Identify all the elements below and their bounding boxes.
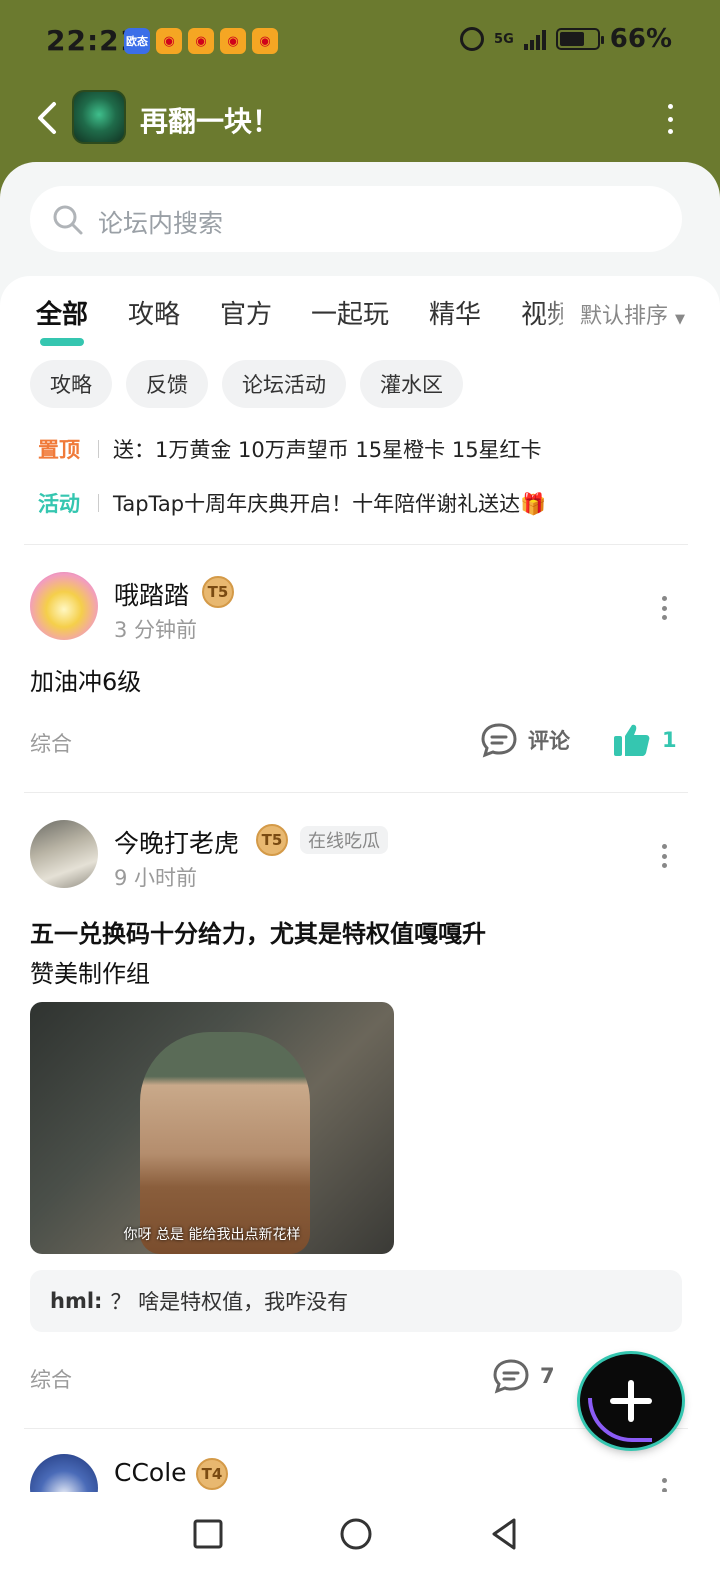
notice-separator bbox=[98, 440, 99, 458]
battery-icon bbox=[555, 28, 604, 50]
home-icon[interactable] bbox=[336, 1514, 376, 1554]
notice-text: TapTap十周年庆典开启！十年陪伴谢礼送达🎁 bbox=[113, 492, 547, 516]
notice-separator bbox=[98, 494, 99, 512]
post-username[interactable]: CCole bbox=[114, 1458, 187, 1487]
tab-official[interactable]: 官方 bbox=[220, 294, 272, 331]
comment-label: 评论 bbox=[528, 729, 570, 753]
status-right-group: 5G 66% bbox=[460, 24, 672, 54]
sub-category-chips: 攻略 反馈 论坛活动 灌水区 bbox=[30, 360, 463, 408]
weibo-icon: ◉ bbox=[220, 28, 246, 54]
divider bbox=[24, 544, 688, 545]
level-badge-icon: T4 bbox=[196, 1458, 228, 1490]
forum-title: 再翻一块！ bbox=[140, 105, 281, 138]
event-notice[interactable]: 活动 TapTap十周年庆典开启！十年陪伴谢礼送达🎁 bbox=[38, 488, 546, 518]
top-reply[interactable]: hml: ？ 啥是特权值，我咋没有 bbox=[30, 1270, 682, 1332]
avatar[interactable] bbox=[30, 572, 98, 640]
avatar[interactable] bbox=[30, 820, 98, 888]
notification-icons: 欧态 ◉ ◉ ◉ ◉ bbox=[124, 28, 278, 54]
post-body: 加油冲6级 bbox=[30, 668, 142, 696]
post-image[interactable]: 你呀 总是 能给我出点新花样 bbox=[30, 1002, 394, 1254]
reply-username: hml: bbox=[50, 1289, 103, 1313]
search-input[interactable]: 论坛内搜索 bbox=[30, 186, 682, 252]
back-icon[interactable] bbox=[484, 1514, 524, 1554]
image-figure bbox=[140, 1032, 310, 1254]
tab-play-together[interactable]: 一起玩 bbox=[311, 294, 389, 331]
chip-feedback[interactable]: 反馈 bbox=[126, 360, 208, 408]
post-category[interactable]: 综合 bbox=[30, 728, 72, 758]
chip-forum-events[interactable]: 论坛活动 bbox=[222, 360, 346, 408]
more-options-icon[interactable] bbox=[664, 104, 676, 134]
weibo-icon: ◉ bbox=[156, 28, 182, 54]
divider bbox=[24, 792, 688, 793]
like-count: 1 bbox=[662, 728, 677, 752]
user-title-badge: 在线吃瓜 bbox=[300, 826, 388, 854]
tab-all[interactable]: 全部 bbox=[36, 294, 88, 331]
comment-count: 7 bbox=[540, 1364, 555, 1388]
comment-button[interactable]: 评论 bbox=[480, 722, 570, 758]
tab-guides[interactable]: 攻略 bbox=[128, 294, 180, 331]
chip-chat-zone[interactable]: 灌水区 bbox=[360, 360, 463, 408]
comment-icon bbox=[481, 723, 517, 758]
post-body: 赞美制作组 bbox=[30, 960, 150, 988]
network-type: 5G bbox=[494, 31, 514, 47]
post-time: 3 分钟前 bbox=[114, 618, 198, 642]
active-tab-indicator bbox=[40, 338, 84, 346]
notice-text: 送：1万黄金 10万声望币 15星橙卡 15星红卡 bbox=[113, 438, 542, 462]
like-button[interactable]: 1 bbox=[612, 722, 677, 758]
plus-icon bbox=[610, 1380, 652, 1422]
event-tag: 活动 bbox=[38, 492, 80, 516]
back-arrow-icon[interactable] bbox=[34, 100, 64, 136]
level-badge-icon: T5 bbox=[256, 824, 288, 856]
tab-featured[interactable]: 精华 bbox=[429, 294, 481, 331]
post-more-icon[interactable] bbox=[660, 596, 668, 620]
weibo-icon: ◉ bbox=[188, 28, 214, 54]
alarm-icon bbox=[460, 27, 485, 51]
image-caption: 你呀 总是 能给我出点新花样 bbox=[123, 1227, 301, 1243]
comment-icon bbox=[493, 1359, 529, 1394]
post-username[interactable]: 今晚打老虎 bbox=[114, 824, 239, 860]
caret-down-icon: ▼ bbox=[675, 312, 686, 327]
post-username[interactable]: 哦踏踏 bbox=[114, 576, 189, 612]
battery-level bbox=[559, 32, 584, 46]
post-category[interactable]: 综合 bbox=[30, 1364, 72, 1394]
comment-button[interactable]: 7 bbox=[492, 1358, 555, 1394]
weibo-icon: ◉ bbox=[252, 28, 278, 54]
sort-dropdown[interactable]: 默认排序 ▼ bbox=[580, 298, 685, 330]
signal-bars-icon bbox=[523, 28, 546, 50]
recent-apps-icon[interactable] bbox=[188, 1514, 228, 1554]
post-title[interactable]: 五一兑换码十分给力，尤其是特权值嘎嘎升 bbox=[30, 914, 486, 949]
forum-avatar[interactable] bbox=[72, 90, 126, 144]
battery-percent: 66% bbox=[609, 24, 672, 54]
sort-label: 默认排序 bbox=[580, 304, 669, 329]
system-nav-bar bbox=[0, 1492, 720, 1588]
status-bar: 22:21 欧态 ◉ ◉ ◉ ◉ 5G 66% bbox=[0, 0, 720, 84]
thumbs-up-icon bbox=[614, 724, 650, 756]
reply-text: ？ 啥是特权值，我咋没有 bbox=[110, 1290, 349, 1314]
create-post-button[interactable] bbox=[580, 1354, 682, 1448]
app-bar: 再翻一块！ bbox=[0, 88, 720, 148]
pinned-tag: 置顶 bbox=[38, 438, 80, 462]
chip-guides[interactable]: 攻略 bbox=[30, 360, 112, 408]
level-badge-icon: T5 bbox=[202, 576, 234, 608]
post-time: 9 小时前 bbox=[114, 866, 198, 890]
search-placeholder: 论坛内搜索 bbox=[98, 209, 224, 238]
category-tabs: 全部 攻略 官方 一起玩 精华 视频 默认排序 ▼ bbox=[0, 294, 720, 348]
pinned-notice[interactable]: 置顶 送：1万黄金 10万声望币 15星橙卡 15星红卡 bbox=[38, 434, 542, 464]
news-app-icon: 欧态 bbox=[124, 28, 150, 54]
post-more-icon[interactable] bbox=[660, 844, 668, 868]
search-icon bbox=[53, 205, 83, 235]
